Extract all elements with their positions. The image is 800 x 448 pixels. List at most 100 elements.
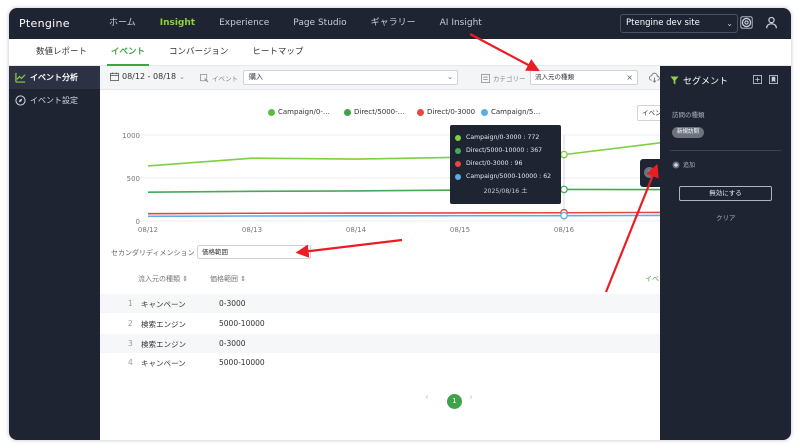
segment-title-text: セグメント [683, 77, 729, 87]
x-tick-label: 08/15 [450, 226, 470, 234]
legend-dot [417, 108, 424, 116]
disable-segment-button[interactable]: 無効にする [679, 186, 772, 201]
sub-tabs: 数値レポート イベント コンバージョン ヒートマップ [9, 39, 791, 66]
event-select[interactable]: 購入 ⌄ [243, 70, 458, 85]
tooltip-text: Campaign/5000-10000 : 62 [466, 173, 552, 180]
tab-event[interactable]: イベント [99, 39, 157, 66]
plus-icon [672, 161, 680, 168]
cell-price-range: 5000-10000 [219, 319, 265, 328]
table-header: 流入元の種類 ⇕ 価格範囲 ⇕ [100, 271, 660, 287]
filter-bar: 08/12 - 08/18 ⌄ イベント 購入 ⌄ カテゴリー 流入元の種類 × [100, 66, 660, 90]
nav-item-experience[interactable]: Experience [207, 8, 281, 39]
date-range-picker[interactable]: 08/12 - 08/18 ⌄ [110, 72, 185, 81]
nav-item-gallery[interactable]: ギャラリー [359, 8, 428, 39]
page-next-icon[interactable]: › [469, 392, 473, 403]
y-tick-label: 500 [127, 175, 140, 183]
segment-panel: セグメント 訪問の種類 新規訪問 追加 無効にする クリア [660, 66, 791, 440]
legend-dot [268, 108, 275, 116]
nav-item-home[interactable]: ホーム [97, 8, 148, 39]
segment-panel-toggle[interactable]: › [640, 159, 660, 187]
x-tick-label: 08/16 [554, 226, 575, 234]
data-point[interactable] [560, 211, 568, 220]
series-line [147, 188, 660, 193]
legend-label: Direct/5000-… [354, 108, 405, 116]
category-icon [481, 73, 490, 83]
cursor-icon [200, 73, 209, 82]
cell-price-range: 0-3000 [219, 299, 246, 308]
table-row[interactable]: 4 キャンペーン 5000-10000 [100, 353, 660, 372]
category-input[interactable]: 流入元の種類 × [530, 70, 638, 85]
tab-numeric-report[interactable]: 数値レポート [24, 39, 99, 66]
secondary-dimension-input[interactable]: 価格範囲 × [197, 245, 311, 259]
cell-source: 検索エンジン [141, 320, 186, 329]
top-navbar: Ptengine ホーム Insight Experience Page Stu… [9, 8, 791, 39]
legend-item[interactable]: Direct/0-3000 [417, 108, 475, 116]
cloud-download-icon[interactable] [649, 72, 660, 83]
tooltip-text: Direct/0-3000 : 96 [466, 160, 523, 167]
data-point[interactable] [560, 185, 568, 194]
nav-item-insight[interactable]: Insight [148, 8, 207, 39]
calendar-icon [110, 72, 119, 81]
legend-label: Campaign/5… [491, 108, 541, 116]
y-tick-label: 1000 [122, 132, 140, 140]
sidebar-item-event-analysis[interactable]: イベント分析 [9, 66, 100, 89]
row-index: 4 [128, 358, 133, 367]
close-icon[interactable]: × [626, 71, 633, 84]
site-selector[interactable]: Ptengine dev site ⌄ [620, 14, 738, 33]
column-header-label: 流入元の種類 [138, 275, 180, 283]
chart-legend: Campaign/0-… Direct/5000-… Direct/0-3000… [109, 105, 677, 122]
sidebar-item-event-settings[interactable]: イベント設定 [9, 89, 100, 112]
legend-item[interactable]: Campaign/5… [481, 108, 540, 116]
category-label: カテゴリー [481, 73, 526, 83]
line-chart: 1000 500 008/12 08/13 08/14 08/15 08/16 [122, 132, 660, 234]
expand-icon[interactable] [753, 75, 762, 84]
column-header-price-range[interactable]: 価格範囲 ⇕ [210, 274, 246, 284]
tooltip-row: Direct/0-3000 : 96 [455, 157, 556, 170]
tooltip-row: Direct/5000-10000 : 367 [455, 144, 556, 157]
close-icon[interactable]: × [299, 246, 306, 258]
table-row[interactable]: 1 キャンペーン 0-3000 [100, 294, 660, 313]
row-index: 3 [128, 339, 133, 348]
secondary-dimension-label: セカンダリディメンション [111, 249, 195, 257]
x-tick-label: 08/13 [242, 226, 262, 234]
segment-chip[interactable]: 新規訪問 [672, 127, 705, 138]
column-header-source[interactable]: 流入元の種類 ⇕ [138, 274, 188, 284]
line-chart-icon [15, 72, 26, 83]
legend-item[interactable]: Campaign/0-… [268, 108, 330, 116]
sort-icon: ⇕ [182, 275, 189, 283]
app-window: Ptengine ホーム Insight Experience Page Stu… [9, 8, 791, 440]
tooltip-row: Campaign/0-3000 : 772 [455, 131, 556, 144]
filter-icon [670, 76, 679, 85]
chart-tooltip: Campaign/0-3000 : 772 Direct/5000-10000 … [450, 125, 561, 204]
divider [670, 150, 781, 151]
add-segment-button[interactable]: 追加 [672, 160, 695, 169]
tab-heatmap[interactable]: ヒートマップ [240, 39, 315, 66]
page-current[interactable]: 1 [447, 394, 462, 409]
page-prev-icon[interactable]: ‹ [425, 392, 429, 403]
user-icon[interactable] [765, 16, 778, 29]
gear-icon[interactable] [740, 16, 753, 29]
table-row[interactable]: 2 検索エンジン 5000-10000 [100, 314, 660, 333]
legend-dot [344, 108, 351, 116]
secondary-dimension-value: 価格範囲 [202, 248, 228, 256]
legend-dot [481, 108, 488, 116]
nav-item-page-studio[interactable]: Page Studio [281, 8, 358, 39]
compass-icon [15, 95, 26, 106]
legend-item[interactable]: Direct/5000-… [344, 108, 405, 116]
cell-source: キャンペーン [141, 300, 186, 309]
bookmark-icon[interactable] [769, 75, 778, 84]
y-tick-label: 0 [136, 218, 140, 226]
row-index: 1 [128, 299, 133, 308]
table-row[interactable]: 3 検索エンジン 0-3000 [100, 334, 660, 353]
event-label-text: イベント [212, 75, 238, 83]
nav-item-ai-insight[interactable]: AI Insight [428, 8, 494, 39]
legend-label: Direct/0-3000 [427, 108, 476, 116]
clear-button[interactable]: クリア [716, 212, 736, 222]
site-name: Ptengine dev site [626, 18, 700, 28]
event-label: イベント [200, 73, 238, 83]
x-tick-label: 08/12 [138, 226, 158, 234]
tab-conversion[interactable]: コンバージョン [157, 39, 240, 66]
category-label-text: カテゴリー [493, 75, 526, 83]
chevron-down-icon: ⌄ [447, 73, 453, 81]
data-point[interactable] [560, 150, 568, 159]
